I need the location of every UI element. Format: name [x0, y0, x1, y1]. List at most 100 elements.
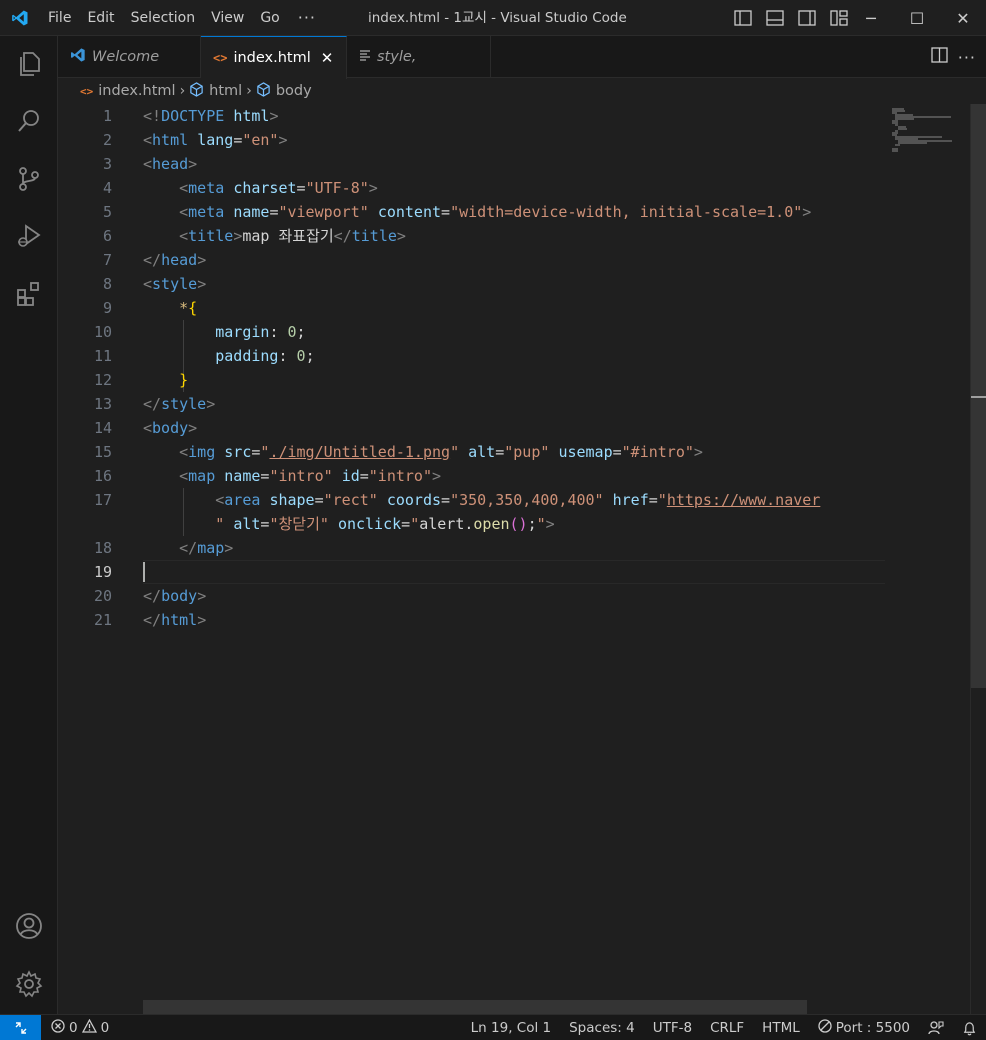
- code-line[interactable]: <style>: [143, 272, 206, 296]
- code-token: <: [179, 203, 189, 221]
- search-icon[interactable]: [0, 97, 58, 145]
- code-token: "350,350,400,400": [450, 491, 604, 509]
- manage-gear-icon[interactable]: [0, 960, 58, 1008]
- warning-count: 0: [100, 1019, 110, 1036]
- code-line[interactable]: <title>map 좌표잡기</title>: [143, 224, 406, 248]
- code-line[interactable]: </head>: [143, 248, 206, 272]
- code-line[interactable]: </body>: [143, 584, 206, 608]
- code-token: <: [179, 227, 189, 245]
- close-tab-icon[interactable]: ✕: [321, 49, 334, 67]
- line-number: 8: [102, 275, 112, 293]
- menu-more-button[interactable]: ···: [288, 0, 326, 36]
- tab-style[interactable]: style,: [347, 36, 491, 78]
- menu-go[interactable]: Go: [252, 0, 287, 36]
- line-number: 16: [93, 467, 112, 485]
- code-token: >: [188, 155, 198, 173]
- explorer-icon[interactable]: [0, 40, 58, 88]
- code-line[interactable]: " alt="창닫기" onclick="alert.open();">: [143, 512, 554, 536]
- code-line[interactable]: <head>: [143, 152, 197, 176]
- code-token: :: [269, 323, 288, 341]
- code-token: ": [215, 515, 225, 533]
- code-editor[interactable]: 1 2 3 4 5 6 7 8 9 10 11 12 13 14 15 16 17 18 19 20 21 <!DOCT…: [58, 104, 970, 1014]
- indentation[interactable]: Spaces: 4: [560, 1020, 644, 1036]
- code-line[interactable]: <body>: [143, 416, 197, 440]
- toggle-secondary-sidebar-icon[interactable]: [792, 3, 822, 33]
- code-line[interactable]: padding: 0;: [143, 344, 314, 368]
- maximize-button[interactable]: ☐: [894, 0, 940, 36]
- live-server-port[interactable]: Port : 5500: [809, 1019, 919, 1037]
- toggle-primary-sidebar-icon[interactable]: [728, 3, 758, 33]
- code-lines[interactable]: <!DOCTYPE html> <html lang="en"> <head> <m…: [143, 104, 885, 1014]
- run-and-debug-icon[interactable]: [0, 212, 58, 260]
- minimap-line: [895, 118, 914, 120]
- code-line[interactable]: <area shape="rect" coords="350,350,400,4…: [143, 488, 820, 512]
- code-token: >: [396, 227, 406, 245]
- horizontal-scroll-thumb[interactable]: [143, 1000, 807, 1014]
- extensions-icon[interactable]: [0, 270, 58, 318]
- more-actions-icon[interactable]: ···: [958, 48, 976, 67]
- text-cursor: [143, 562, 145, 582]
- code-line[interactable]: <map name="intro" id="intro">: [143, 464, 441, 488]
- feedback-icon[interactable]: [919, 1020, 953, 1036]
- code-token: </: [333, 227, 352, 245]
- editor-tab-bar: Welcome <> index.html ✕ style, ···: [58, 36, 986, 79]
- code-token: meta: [188, 179, 225, 197]
- breadcrumb-file[interactable]: <> index.html: [80, 83, 176, 99]
- code-line[interactable]: <!DOCTYPE html>: [143, 104, 278, 128]
- menu-file[interactable]: File: [40, 0, 79, 36]
- source-control-icon[interactable]: [0, 155, 58, 203]
- code-line[interactable]: <html lang="en">: [143, 128, 288, 152]
- menu-edit[interactable]: Edit: [79, 0, 122, 36]
- window-title: index.html - 1교시 - Visual Studio Code: [368, 10, 627, 26]
- language-mode[interactable]: HTML: [753, 1020, 809, 1036]
- accounts-icon[interactable]: [0, 902, 58, 950]
- cursor-position[interactable]: Ln 19, Col 1: [462, 1020, 560, 1036]
- tab-index-html[interactable]: <> index.html ✕: [201, 36, 347, 79]
- notifications-bell-icon[interactable]: [953, 1021, 986, 1036]
- code-line[interactable]: <img src="./img/Untitled-1.png" alt="pup…: [143, 440, 703, 464]
- tab-welcome[interactable]: Welcome: [58, 36, 201, 78]
- encoding[interactable]: UTF-8: [644, 1020, 701, 1036]
- code-token: open: [473, 515, 510, 533]
- code-token: "pup": [504, 443, 550, 461]
- code-token: >: [197, 611, 207, 629]
- breadcrumb-html[interactable]: html: [189, 81, 242, 101]
- problems-status[interactable]: 0 0: [51, 1018, 110, 1037]
- code-line[interactable]: *{: [143, 296, 197, 320]
- minimize-button[interactable]: ─: [848, 0, 894, 36]
- breadcrumb-body[interactable]: body: [256, 81, 312, 101]
- code-line[interactable]: </map>: [143, 536, 233, 560]
- code-line[interactable]: </html>: [143, 608, 206, 632]
- code-token: coords: [386, 491, 442, 509]
- minimap[interactable]: [884, 104, 970, 1014]
- code-line[interactable]: margin: 0;: [143, 320, 305, 344]
- code-token: "rect": [323, 491, 378, 509]
- code-line[interactable]: <meta charset="UTF-8">: [143, 176, 378, 200]
- code-token: usemap: [558, 443, 613, 461]
- breadcrumb-body-label: body: [275, 83, 312, 99]
- close-window-button[interactable]: ✕: [940, 0, 986, 36]
- code-token: >: [278, 131, 288, 149]
- minimap-line: [895, 144, 900, 146]
- menu-view[interactable]: View: [203, 0, 252, 36]
- code-token: head: [161, 251, 198, 269]
- code-token: shape: [269, 491, 315, 509]
- line-number: [62, 512, 112, 536]
- code-line[interactable]: </style>: [143, 392, 215, 416]
- code-line[interactable]: <meta name="viewport" content="width=dev…: [143, 200, 811, 224]
- end-of-line[interactable]: CRLF: [701, 1020, 753, 1036]
- split-editor-icon[interactable]: [931, 47, 948, 67]
- toggle-panel-icon[interactable]: [760, 3, 790, 33]
- code-token: href: [612, 491, 649, 509]
- code-token: style: [161, 395, 207, 413]
- menu-selection[interactable]: Selection: [123, 0, 204, 36]
- remote-indicator-icon[interactable]: [0, 1014, 41, 1040]
- code-line[interactable]: }: [143, 368, 188, 392]
- code-token: =: [441, 203, 451, 221]
